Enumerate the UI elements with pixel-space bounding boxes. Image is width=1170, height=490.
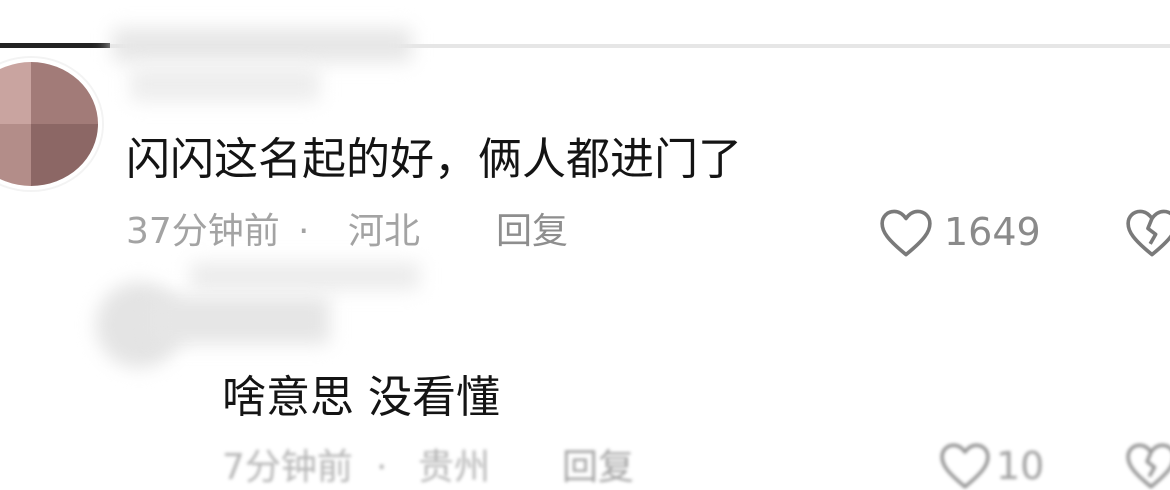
meta-separator: · [376,447,388,488]
dislike-icon[interactable] [1124,208,1170,258]
username-redacted[interactable] [190,262,420,290]
like-count: 1649 [944,210,1041,254]
dislike-icon[interactable] [1124,442,1170,490]
comment-time: 7分钟前 [222,447,353,488]
meta-separator: · [298,211,310,252]
comment-location: 河北 [348,211,421,252]
comment-location: 贵州 [418,447,491,488]
reply-button[interactable]: 回复 [562,446,634,490]
comment-text: 闪闪这名起的好，俩人都进门了 [126,134,742,185]
comment-text: 啥意思 没看懂 [222,372,500,423]
heart-icon[interactable] [938,442,992,490]
reply-button[interactable]: 回复 [496,210,568,254]
comment-time: 37分钟前 [126,211,280,252]
username-redacted [150,296,330,344]
username-redacted [130,66,320,102]
like-count: 10 [996,444,1045,488]
top-divider-accent [0,43,110,48]
avatar[interactable] [0,58,102,190]
heart-icon[interactable] [878,208,934,258]
username-redacted[interactable] [112,28,412,62]
